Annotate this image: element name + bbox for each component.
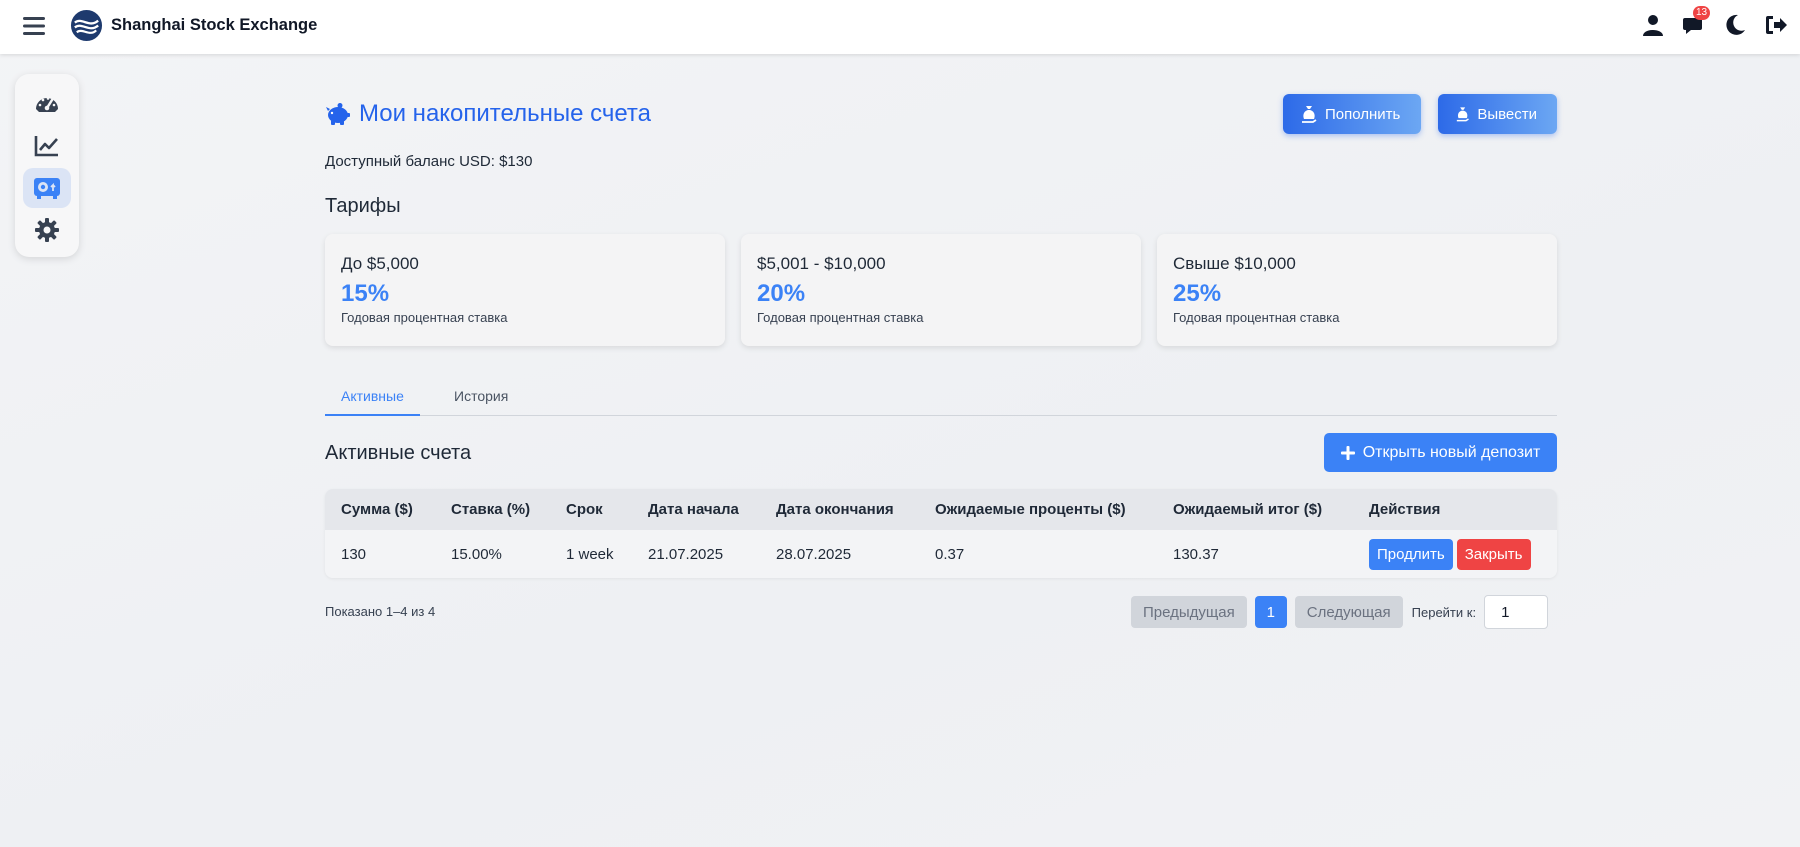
- withdraw-button-label: Вывести: [1477, 105, 1537, 123]
- accounts-table: Сумма ($) Ставка (%) Срок Дата начала Да…: [325, 489, 1557, 578]
- available-balance: Доступный баланс USD: $130: [325, 153, 533, 170]
- cell-expected-total: 130.37: [1173, 545, 1219, 563]
- tariff-caption: Годовая процентная ставка: [1173, 310, 1340, 325]
- piggy-bank-icon: [326, 103, 350, 125]
- withdraw-button[interactable]: Вывести: [1438, 94, 1557, 134]
- close-button[interactable]: Закрыть: [1456, 538, 1531, 570]
- cell-start-date: 21.07.2025: [648, 545, 724, 563]
- open-new-deposit-label: Открыть новый депозит: [1362, 443, 1541, 461]
- cell-actions: Продлить Закрыть: [1353, 530, 1557, 578]
- cell-term: 1 week: [566, 545, 614, 563]
- tariff-range: До $5,000: [341, 254, 419, 273]
- open-new-deposit-button[interactable]: Открыть новый депозит: [1324, 433, 1557, 472]
- tariff-cards: До $5,000 15% Годовая процентная ставка …: [325, 234, 1557, 346]
- column-header: Ожидаемые проценты ($): [935, 501, 1126, 518]
- column-header: Ставка (%): [451, 501, 531, 518]
- chart-line-icon: [34, 136, 58, 157]
- page-number-button[interactable]: 1: [1254, 596, 1287, 628]
- pagination: Предыдущая 1 Следующая Перейти к:: [1131, 595, 1549, 629]
- tab-active[interactable]: Активные: [325, 382, 420, 416]
- column-header: Ожидаемый итог ($): [1173, 501, 1323, 518]
- brand[interactable]: Shanghai Stock Exchange: [70, 9, 317, 42]
- dark-mode-moon-icon[interactable]: [1723, 13, 1747, 37]
- side-rail: [15, 74, 79, 257]
- tariff-card: $5,001 - $10,000 20% Годовая процентная …: [741, 234, 1141, 346]
- cell-rate: 15.00%: [451, 545, 502, 563]
- page-title: Мои накопительные счета: [359, 100, 651, 127]
- column-header: Дата окончания: [776, 501, 894, 518]
- top-bar: Shanghai Stock Exchange 13: [0, 0, 1800, 54]
- table-header-row: Сумма ($) Ставка (%) Срок Дата начала Да…: [325, 489, 1557, 530]
- rail-item-settings[interactable]: [23, 210, 71, 250]
- tariff-rate: 15%: [341, 280, 390, 307]
- tariff-range: $5,001 - $10,000: [757, 254, 886, 273]
- deposit-button-label: Пополнить: [1325, 105, 1401, 123]
- next-page-button[interactable]: Следующая: [1294, 596, 1403, 628]
- rail-item-dashboard[interactable]: [23, 84, 71, 124]
- table-row: 130 15.00% 1 week 21.07.2025 28.07.2025 …: [325, 530, 1557, 578]
- brand-name: Shanghai Stock Exchange: [111, 16, 318, 34]
- pagination-summary: Показано 1–4 из 4: [325, 604, 436, 619]
- gear-icon: [35, 218, 59, 242]
- page-header: Мои накопительные счета: [325, 100, 651, 128]
- goto-page-label: Перейти к:: [1411, 604, 1477, 620]
- money-hand-icon: [1456, 107, 1469, 122]
- notifications-icon[interactable]: 13: [1682, 6, 1711, 37]
- exchange-logo-icon: [70, 9, 103, 42]
- tariff-card: Свыше $10,000 25% Годовая процентная ста…: [1157, 234, 1557, 346]
- rail-item-charts[interactable]: [23, 126, 71, 166]
- tariffs-title: Тарифы: [325, 195, 401, 217]
- vault-icon: [34, 178, 60, 199]
- extend-button[interactable]: Продлить: [1369, 538, 1453, 570]
- tariff-caption: Годовая процентная ставка: [341, 310, 508, 325]
- gauge-icon: [36, 97, 58, 112]
- column-header: Срок: [566, 501, 603, 518]
- cell-expected-interest: 0.37: [935, 545, 965, 563]
- column-header: Действия: [1369, 501, 1441, 518]
- deposit-button[interactable]: Пополнить: [1283, 94, 1421, 134]
- prev-page-button[interactable]: Предыдущая: [1131, 596, 1247, 628]
- notification-badge: 13: [1693, 6, 1711, 20]
- tariff-range: Свыше $10,000: [1173, 254, 1296, 273]
- user-icon[interactable]: [1641, 13, 1665, 37]
- tariff-card: До $5,000 15% Годовая процентная ставка: [325, 234, 725, 346]
- rail-item-savings[interactable]: [23, 168, 71, 208]
- tariff-rate: 20%: [757, 280, 806, 307]
- cell-amount: 130: [341, 545, 367, 563]
- goto-page-input[interactable]: [1484, 595, 1549, 629]
- tariff-caption: Годовая процентная ставка: [757, 310, 924, 325]
- column-header: Сумма ($): [341, 501, 413, 518]
- account-tabs: Активные История: [325, 382, 1557, 416]
- tab-history[interactable]: История: [438, 382, 524, 416]
- logout-icon[interactable]: [1764, 13, 1788, 37]
- cell-end-date: 28.07.2025: [776, 545, 852, 563]
- hamburger-menu-icon[interactable]: [22, 14, 48, 38]
- money-hand-icon: [1302, 106, 1317, 123]
- column-header: Дата начала: [648, 501, 739, 518]
- tariff-rate: 25%: [1173, 280, 1222, 307]
- active-accounts-title: Активные счета: [325, 442, 472, 464]
- plus-icon: [1340, 445, 1355, 460]
